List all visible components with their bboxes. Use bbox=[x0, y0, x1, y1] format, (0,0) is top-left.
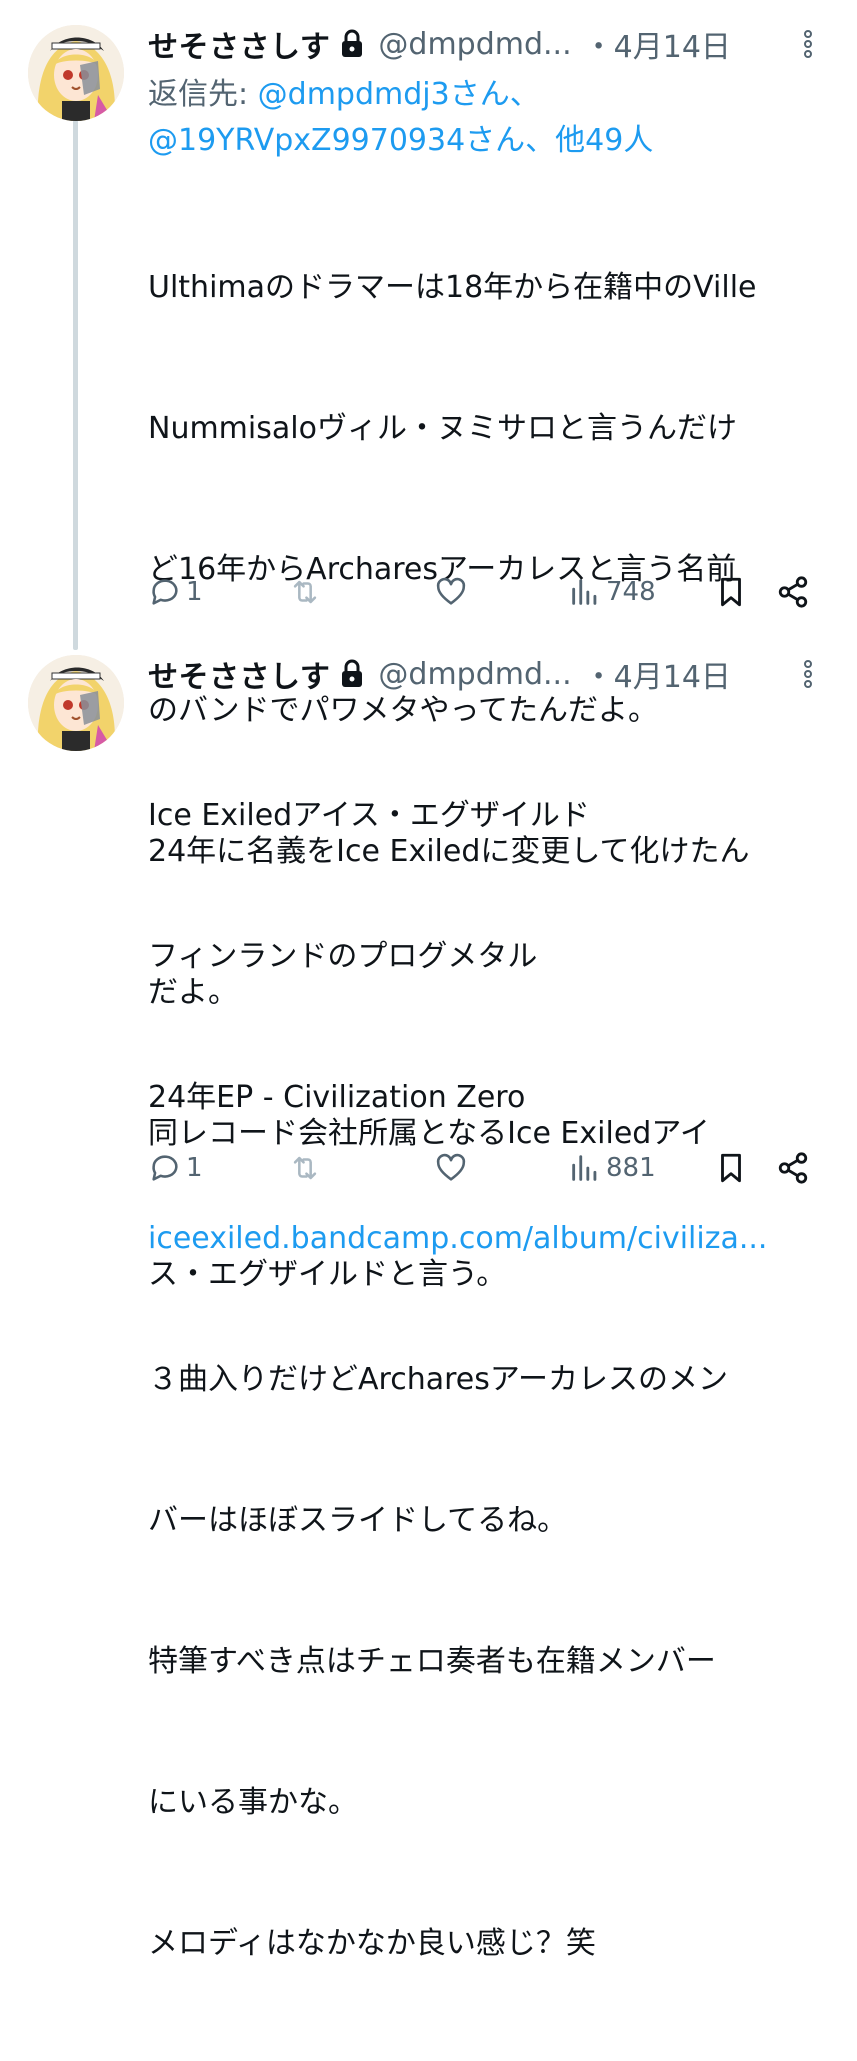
like-button[interactable] bbox=[434, 1144, 468, 1192]
retweet-button[interactable] bbox=[288, 1144, 322, 1192]
bookmark-icon bbox=[721, 1153, 741, 1183]
reply-to-line: 返信先: @dmpdmdj3さん、@19YRVpxZ9970934さん、他49人 bbox=[148, 72, 838, 164]
tweet[interactable]: せそささしす @dmpdmd... ・4月14日 返信先: @dmpdmdj3さ… bbox=[0, 0, 857, 1292]
like-button[interactable] bbox=[434, 568, 468, 616]
display-name[interactable]: せそささしす bbox=[148, 22, 330, 66]
retweet-icon bbox=[293, 580, 317, 604]
tweet-text: Ice Exiledアイス・エグザイルド フィンランドのプログメタル 24年EP… bbox=[148, 698, 838, 2061]
retweet-icon bbox=[293, 1156, 317, 1180]
reply-icon bbox=[152, 1155, 178, 1181]
bandcamp-link[interactable]: iceexiled.bandcamp.com/album/civiliza... bbox=[148, 1215, 838, 1262]
text-line: フィンランドのプログメタル bbox=[148, 939, 538, 974]
view-count: 748 bbox=[606, 577, 656, 607]
text-line: 特筆すべき点はチェロ奏者も在籍メンバー bbox=[148, 1644, 716, 1679]
reply-icon bbox=[152, 579, 178, 605]
heart-icon bbox=[436, 577, 466, 605]
more-options-icon[interactable] bbox=[796, 24, 820, 64]
views-button[interactable]: 748 bbox=[568, 568, 656, 616]
tweet-header: せそささしす @dmpdmd... ・4月14日 bbox=[148, 650, 731, 698]
user-handle[interactable]: @dmpdmd... bbox=[378, 27, 571, 62]
text-line: ３曲入りだけどArcharesアーカレスのメン bbox=[148, 1362, 729, 1397]
reply-count: 1 bbox=[186, 577, 203, 607]
lock-icon bbox=[342, 659, 363, 687]
share-icon bbox=[778, 1152, 808, 1184]
tweet-date[interactable]: ・4月14日 bbox=[584, 652, 731, 696]
reply-count: 1 bbox=[186, 1153, 203, 1183]
text-line: Ice Exiledアイス・エグザイルド bbox=[148, 798, 590, 833]
retweet-button[interactable] bbox=[288, 568, 322, 616]
reply-button[interactable]: 1 bbox=[148, 1144, 203, 1192]
text-line: メロディはなかなか良い感じ？笑 bbox=[148, 1926, 596, 1961]
avatar[interactable] bbox=[28, 655, 124, 751]
more-options-icon[interactable] bbox=[796, 654, 820, 694]
text-line: Nummisaloヴィル・ヌミサロと言うんだけ bbox=[148, 411, 737, 446]
text-line: バーはほぼスライドしてるね。 bbox=[148, 1503, 568, 1538]
tweet-header: せそささしす @dmpdmd... ・4月14日 bbox=[148, 20, 731, 68]
share-button[interactable] bbox=[776, 568, 810, 616]
reply-to-label: 返信先: bbox=[148, 77, 258, 112]
action-bar: 1 881 bbox=[148, 1144, 828, 1192]
text-line: にいる事かな。 bbox=[148, 1785, 358, 1820]
analytics-icon bbox=[572, 1155, 597, 1181]
share-icon bbox=[778, 576, 808, 608]
share-button[interactable] bbox=[776, 1144, 810, 1192]
user-handle[interactable]: @dmpdmd... bbox=[378, 657, 571, 692]
tweet[interactable]: せそささしす @dmpdmd... ・4月14日 Ice Exiledアイス・エ… bbox=[0, 640, 857, 1961]
avatar[interactable] bbox=[28, 25, 124, 121]
heart-icon bbox=[436, 1153, 466, 1181]
display-name[interactable]: せそささしす bbox=[148, 652, 330, 696]
view-count: 881 bbox=[606, 1153, 656, 1183]
bookmark-icon bbox=[721, 577, 741, 607]
bookmark-button[interactable] bbox=[714, 1144, 748, 1192]
text-line: 24年EP - Civilization Zero bbox=[148, 1080, 526, 1115]
reply-button[interactable]: 1 bbox=[148, 568, 203, 616]
text-line: Ulthimaのドラマーは18年から在籍中のVille bbox=[148, 270, 757, 305]
analytics-icon bbox=[572, 579, 597, 605]
views-button[interactable]: 881 bbox=[568, 1144, 656, 1192]
action-bar: 1 748 bbox=[148, 568, 828, 616]
bookmark-button[interactable] bbox=[714, 568, 748, 616]
lock-icon bbox=[342, 29, 363, 57]
tweet-date[interactable]: ・4月14日 bbox=[584, 22, 731, 66]
